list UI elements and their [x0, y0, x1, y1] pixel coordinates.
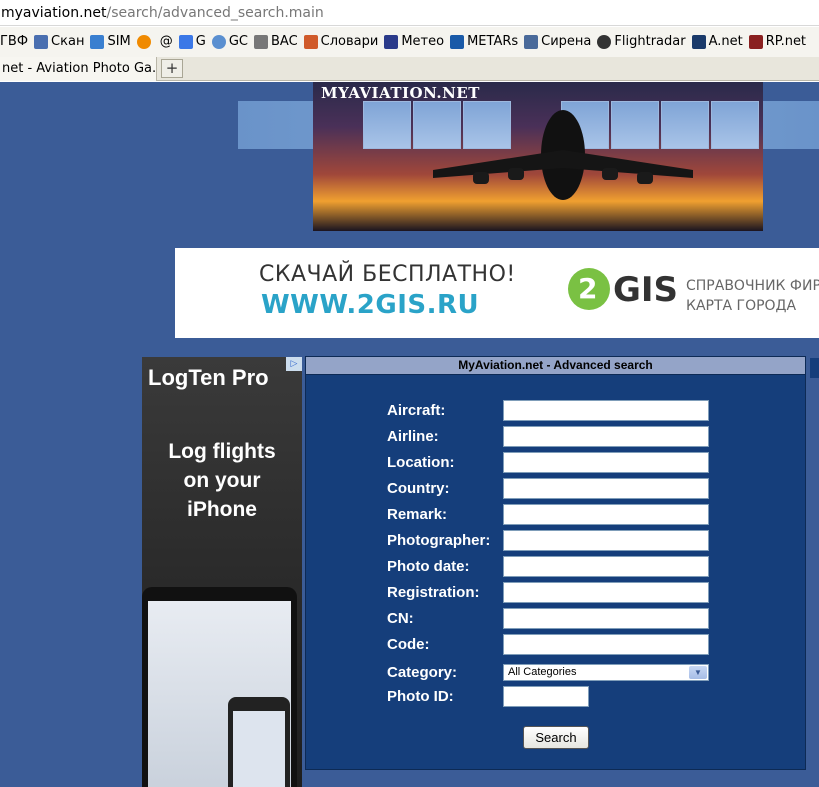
field-input[interactable]: [503, 400, 709, 421]
photo-id-label: Photo ID:: [387, 688, 454, 705]
globe-icon: [211, 35, 226, 49]
bookmark-label: @: [159, 34, 173, 49]
category-label: Category:: [387, 664, 458, 681]
field-label: Country:: [387, 480, 450, 497]
field-label: Photographer:: [387, 532, 491, 549]
bookmarks-bar: ГВФ Скан SIM @ G GC BAC Словари Метео METARs Сирен…: [0, 27, 819, 57]
bookmark-item[interactable]: A.net: [691, 27, 743, 57]
field-input[interactable]: [503, 452, 709, 473]
advert-2gis[interactable]: СКАЧАЙ БЕСПЛАТНО! WWW.2GIS.RU 2 GIS СПРА…: [175, 248, 819, 338]
bookmark-item[interactable]: Метео: [384, 27, 444, 57]
bookmark-label: METARs: [467, 34, 519, 49]
plane-thumb-icon: [363, 101, 411, 149]
new-tab-button[interactable]: +: [161, 59, 183, 78]
ad-brand: LogTen Pro: [148, 365, 269, 390]
ad-desc-1: СПРАВОЧНИК ФИР: [686, 278, 819, 294]
chart-icon: [303, 35, 318, 49]
orange-circle-icon: [136, 35, 151, 49]
weather-icon: [384, 35, 399, 49]
field-input[interactable]: [503, 426, 709, 447]
bookmark-item[interactable]: RP.net: [748, 27, 807, 57]
field-label: Photo date:: [387, 558, 470, 575]
plane-icon: [254, 35, 268, 49]
search-button[interactable]: Search: [523, 726, 589, 749]
plane-icon: [90, 35, 105, 49]
panel-heading: MyAviation.net - Advanced search: [306, 357, 805, 375]
bookmark-item[interactable]: @: [160, 27, 173, 57]
page-content: MYAVIATION.NET СКАЧАЙ БЕСПЛАТНО! WWW.2GI…: [0, 82, 819, 787]
bookmark-label: G: [195, 34, 206, 49]
right-panel-edge: [810, 358, 819, 378]
google-icon: [178, 35, 193, 49]
bookmark-item[interactable]: Скан: [34, 27, 84, 57]
bookmark-label: Скан: [51, 34, 85, 49]
field-label: Location:: [387, 454, 455, 471]
url-path: /search/advanced_search.main: [106, 5, 324, 21]
bookmark-item[interactable]: Flightradar: [597, 27, 686, 57]
bookmark-label: BAC: [271, 34, 298, 49]
bookmark-label: SIM: [107, 34, 131, 49]
eye-icon: [34, 35, 49, 49]
2gis-logo-icon: 2: [568, 268, 610, 310]
airliner-silhouette-icon: [433, 110, 693, 200]
ad-desc-2: КАРТА ГОРОДА: [686, 298, 797, 314]
chevron-down-icon[interactable]: ▼: [689, 666, 707, 679]
bookmark-label: Метео: [401, 34, 445, 49]
adchoices-icon[interactable]: ▷: [286, 357, 302, 371]
plane-thumb-icon: [711, 101, 759, 149]
ad-tagline: Log flights on your iPhone: [168, 440, 276, 521]
bookmark-item[interactable]: SIM: [90, 27, 131, 57]
bookmark-item[interactable]: METARs: [450, 27, 518, 57]
bookmark-item[interactable]: GC: [211, 27, 248, 57]
field-input[interactable]: [503, 530, 709, 551]
url-host: myaviation.net: [1, 5, 107, 21]
photo-id-input[interactable]: [503, 686, 589, 707]
radar-icon: [597, 35, 612, 49]
advanced-search-panel: MyAviation.net - Advanced search Aircraf…: [305, 356, 806, 770]
tab-active[interactable]: net - Aviation Photo Ga...: [0, 57, 157, 81]
bookmark-label: GC: [228, 34, 248, 49]
site-logo-title: MYAVIATION.NET: [321, 84, 480, 102]
bookmark-item[interactable]: Словари: [303, 27, 379, 57]
field-input[interactable]: [503, 608, 709, 629]
field-input[interactable]: [503, 634, 709, 655]
plane-icon: [691, 35, 706, 49]
field-label: Aircraft:: [387, 402, 446, 419]
field-label: Airline:: [387, 428, 439, 445]
bookmark-item[interactable]: ГВФ: [0, 27, 28, 57]
address-bar[interactable]: myaviation.net/search/advanced_search.ma…: [0, 0, 819, 26]
bookmark-label: Сирена: [541, 34, 592, 49]
bookmark-item[interactable]: Сирена: [524, 27, 591, 57]
ad-url: WWW.2GIS.RU: [261, 290, 480, 320]
plane-icon: [524, 35, 539, 49]
advert-logten[interactable]: ▷ LogTen Pro Log flights on your iPhone: [142, 357, 302, 787]
tab-strip: net - Aviation Photo Ga... +: [0, 57, 819, 81]
field-input[interactable]: [503, 478, 709, 499]
ad-headline: СКАЧАЙ БЕСПЛАТНО!: [259, 262, 516, 287]
ad-logo-text: GIS: [613, 270, 679, 310]
bookmark-label: RP.net: [765, 34, 807, 49]
noaa-icon: [450, 35, 465, 49]
bookmark-label: Flightradar: [614, 34, 686, 49]
site-banner[interactable]: MYAVIATION.NET: [313, 82, 763, 231]
bookmark-item[interactable]: G: [178, 27, 206, 57]
bookmark-item[interactable]: [136, 35, 154, 49]
camera-icon: [748, 35, 763, 49]
field-input[interactable]: [503, 556, 709, 577]
field-label: Remark:: [387, 506, 448, 523]
field-label: CN:: [387, 610, 414, 627]
field-label: Registration:: [387, 584, 480, 601]
bookmark-item[interactable]: BAC: [254, 27, 298, 57]
field-input[interactable]: [503, 504, 709, 525]
field-input[interactable]: [503, 582, 709, 603]
bookmark-label: A.net: [708, 34, 743, 49]
category-select[interactable]: All Categories ▼: [503, 664, 709, 681]
bookmark-label: ГВФ: [0, 34, 29, 49]
field-label: Code:: [387, 636, 430, 653]
bookmark-label: Словари: [320, 34, 379, 49]
iphone-image: [228, 697, 290, 787]
